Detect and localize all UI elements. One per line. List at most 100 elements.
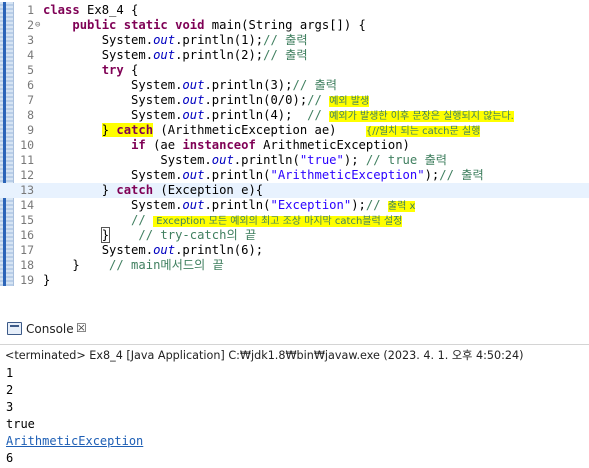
field: out	[182, 93, 205, 107]
comment: // main메서드의 끝	[109, 258, 224, 272]
code-text: System.	[43, 243, 154, 257]
code-text: .println(6);	[175, 243, 264, 257]
code-text: System.	[43, 198, 183, 212]
fold-collapse-icon[interactable]: ⊖	[35, 18, 40, 33]
code-text: }	[43, 183, 117, 197]
matched-brace: }	[100, 227, 111, 243]
code-text: .println(	[204, 198, 271, 212]
code-line[interactable]: 18 } // main메서드의 끝	[0, 258, 589, 273]
comment: // 출력	[292, 78, 337, 92]
console-output-line: 1	[6, 366, 14, 380]
keyword: catch	[116, 123, 154, 137]
code-line[interactable]: 3 System.out.println(1);// 출력	[0, 33, 589, 48]
line-number: 12	[20, 168, 34, 182]
code-line-current[interactable]: 13 } catch (Exception e){	[0, 183, 589, 198]
string-literal: "true"	[299, 153, 344, 167]
field: out	[182, 198, 205, 212]
code-line[interactable]: 9 } catch (ArithmeticException ae) {//일치…	[0, 123, 589, 138]
comment: // true 출력	[365, 153, 447, 167]
keyword: public	[72, 18, 117, 32]
code-line[interactable]: 10 if (ae instanceof ArithmeticException…	[0, 138, 589, 153]
field: out	[153, 48, 176, 62]
code-text: System.	[43, 33, 154, 47]
line-number: 6	[27, 78, 34, 92]
code-text: System.	[43, 153, 212, 167]
line-number: 5	[27, 63, 34, 77]
code-text: (ae	[145, 138, 183, 152]
keyword: instanceof	[182, 138, 256, 152]
code-line[interactable]: 1 class Ex8_4 {	[0, 3, 589, 18]
code-text: System.	[43, 93, 183, 107]
code-line[interactable]: 5 try {	[0, 63, 589, 78]
code-line[interactable]: 15 // Exception 모든 예외의 최고 조상 마지막 catch블럭…	[0, 213, 589, 228]
code-text: Ex8_4 {	[79, 3, 139, 17]
field: out	[182, 168, 205, 182]
keyword: if	[131, 138, 146, 152]
highlighted-comment: {//일치 되는 catch문 실행	[365, 126, 481, 137]
line-number: 4	[27, 48, 34, 62]
highlighted-comment: Exception 모든 예외의 최고 조상 마지막 catch블럭 설정	[153, 216, 403, 227]
line-number: 10	[20, 138, 34, 152]
keyword: catch	[116, 183, 154, 197]
highlighted-comment: 출력 x	[387, 201, 416, 212]
code-line[interactable]: 19 }	[0, 273, 589, 288]
line-number: 15	[20, 213, 34, 227]
line-number: 18	[20, 258, 34, 272]
code-line[interactable]: 8 System.out.println(4); // 예외가 발생한 이후 문…	[0, 108, 589, 123]
code-line[interactable]: 2 ⊖ public static void main(String args[…	[0, 18, 589, 33]
line-number: 19	[20, 273, 34, 287]
code-text: }	[43, 273, 51, 287]
closing-brace: }	[101, 123, 110, 137]
highlighted-catch: } catch	[101, 123, 154, 137]
code-text: (ArithmeticException ae)	[153, 123, 366, 137]
code-line[interactable]: 7 System.out.println(0/0);// 예외 발생	[0, 93, 589, 108]
code-text: .println(0/0);	[204, 93, 308, 107]
close-icon[interactable]: ☒	[76, 321, 87, 335]
code-line[interactable]: 4 System.out.println(2);// 출력	[0, 48, 589, 63]
highlighted-comment: 예외 발생	[329, 96, 370, 107]
line-number: 11	[20, 153, 34, 167]
keyword: try	[101, 63, 124, 77]
code-text: System.	[43, 168, 183, 182]
string-literal: "ArithmeticException"	[270, 168, 425, 182]
line-number: 7	[27, 93, 34, 107]
code-line[interactable]: 14 System.out.println("Exception");// 출력…	[0, 198, 589, 213]
pane-divider[interactable]	[0, 300, 589, 314]
code-text: System.	[43, 48, 154, 62]
comment: // 출력	[263, 48, 308, 62]
console-output-line: 3	[6, 400, 14, 414]
code-text: }	[43, 258, 110, 272]
line-number: 14	[20, 198, 34, 212]
code-text: .println(2);	[175, 48, 264, 62]
code-text: {	[123, 63, 139, 77]
field: out	[211, 153, 234, 167]
code-text: );	[343, 153, 366, 167]
console-output-line: 2	[6, 383, 14, 397]
code-editor[interactable]: 1 class Ex8_4 { 2 ⊖ public static void m…	[0, 0, 589, 300]
field: out	[182, 108, 205, 122]
code-line[interactable]: 16 } // try-catch의 끝	[0, 227, 589, 243]
line-number: 2	[27, 18, 34, 32]
code-text: );	[351, 198, 366, 212]
field: out	[153, 33, 176, 47]
line-number: 3	[27, 33, 34, 47]
code-text: .println(	[204, 168, 271, 182]
code-line[interactable]: 17 System.out.println(6);	[0, 243, 589, 258]
code-line[interactable]: 11 System.out.println("true"); // true 출…	[0, 153, 589, 168]
code-text: .println(3);	[204, 78, 293, 92]
field: out	[153, 243, 176, 257]
code-text: ArithmeticException)	[255, 138, 410, 152]
comment: //	[365, 198, 388, 212]
keyword: class	[43, 3, 80, 17]
exception-link[interactable]: ArithmeticException	[6, 434, 143, 449]
line-number: 9	[27, 123, 34, 137]
code-text: .println(1);	[175, 33, 264, 47]
field: out	[182, 78, 205, 92]
code-line[interactable]: 6 System.out.println(3);// 출력	[0, 78, 589, 93]
console-tab[interactable]: Console ☒	[0, 316, 589, 345]
code-text: );	[424, 168, 440, 182]
console-tab-label: Console	[26, 322, 74, 336]
code-line[interactable]: 12 System.out.println("ArithmeticExcepti…	[0, 168, 589, 183]
string-literal: "Exception"	[270, 198, 352, 212]
